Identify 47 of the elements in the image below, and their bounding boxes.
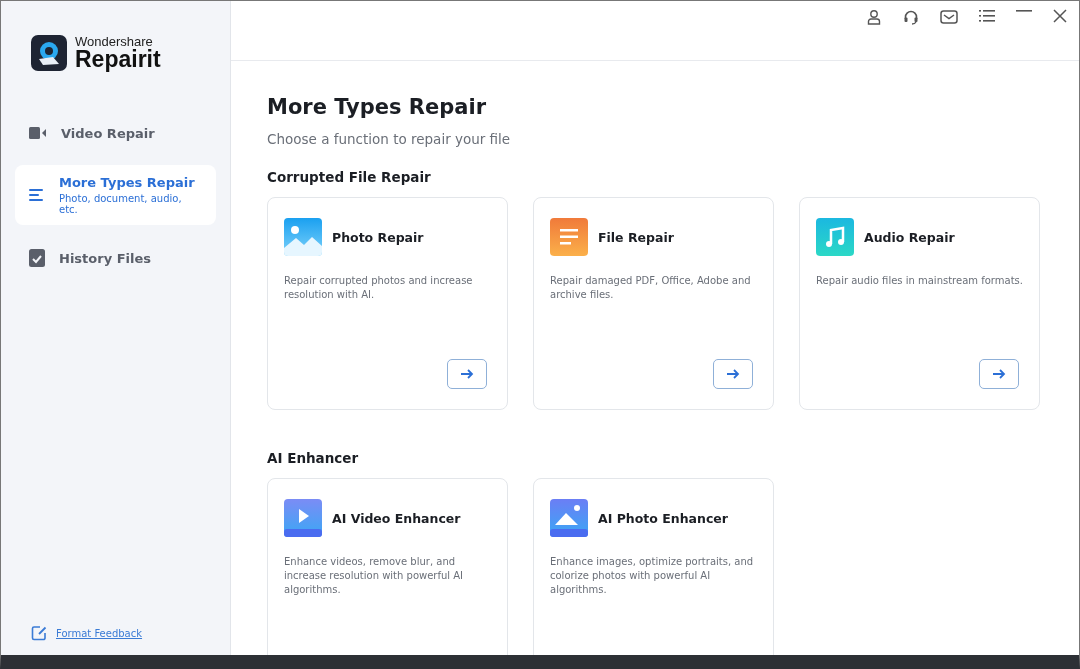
list-icon <box>29 188 45 202</box>
mail-icon[interactable] <box>940 9 958 25</box>
feedback-link[interactable]: Format Feedback <box>56 627 143 639</box>
edit-icon <box>31 625 47 641</box>
arrow-button[interactable] <box>979 359 1019 389</box>
card-title: AI Photo Enhancer <box>598 510 728 526</box>
card-title: File Repair <box>598 229 674 245</box>
arrow-right-icon <box>460 368 474 380</box>
video-camera-icon <box>29 125 47 141</box>
arrow-button[interactable] <box>713 359 753 389</box>
card-title: Audio Repair <box>864 229 955 245</box>
feature-card[interactable]: AI Photo Enhancer Enhance images, optimize portraits, and colorize photos with powerful AI algorithms. <box>533 478 774 655</box>
card-description: Repair damaged PDF, Office, Adobe and archive files. <box>550 274 752 302</box>
document-icon <box>550 218 588 256</box>
picture-icon <box>550 499 588 537</box>
sidebar-item[interactable]: Video Repair <box>15 115 216 151</box>
card-title: Photo Repair <box>332 229 424 245</box>
account-icon[interactable] <box>866 9 882 25</box>
sidebar-item[interactable]: More Types Repair Photo, document, audio, etc. <box>15 165 216 225</box>
section-heading: AI Enhancer <box>267 450 360 466</box>
menu-icon[interactable] <box>979 9 995 23</box>
brand-name: Repairit <box>75 48 161 71</box>
video-play-icon <box>284 499 322 537</box>
feature-card[interactable]: Audio Repair Repair audio files in mainstream formats. <box>799 197 1040 410</box>
arrow-right-icon <box>726 368 740 380</box>
card-description: Repair audio files in mainstream formats. <box>816 274 1023 288</box>
document-check-icon <box>29 249 45 267</box>
card-title: AI Video Enhancer <box>332 510 461 526</box>
page-subtitle: Choose a function to repair your file <box>267 131 512 147</box>
close-icon[interactable] <box>1053 9 1067 23</box>
logo-icon <box>31 35 67 71</box>
brand-tagline: Wondershare <box>75 35 154 48</box>
sidebar-item[interactable]: History Files <box>15 239 216 277</box>
headset-icon[interactable] <box>903 9 919 25</box>
feature-card[interactable]: AI Video Enhancer Enhance videos, remove blur, and increase resolution with powerful AI algorithms. <box>267 478 508 655</box>
feature-card[interactable]: File Repair Repair damaged PDF, Office, Adobe and archive files. <box>533 197 774 410</box>
card-description: Repair corrupted photos and increase resolution with AI. <box>284 274 474 302</box>
feature-card[interactable]: Photo Repair Repair corrupted photos and increase resolution with AI. <box>267 197 508 410</box>
card-description: Enhance videos, remove blur, and increase resolution with powerful AI algorithms. <box>284 555 465 597</box>
arrow-button[interactable] <box>447 359 487 389</box>
music-note-icon <box>816 218 854 256</box>
arrow-right-icon <box>992 368 1006 380</box>
minimize-icon[interactable] <box>1016 9 1032 13</box>
page-title: More Types Repair <box>267 95 487 119</box>
section-heading: Corrupted File Repair <box>267 169 432 185</box>
picture-icon <box>284 218 322 256</box>
card-description: Enhance images, optimize portraits, and colorize photos with powerful AI algorithms. <box>550 555 755 597</box>
